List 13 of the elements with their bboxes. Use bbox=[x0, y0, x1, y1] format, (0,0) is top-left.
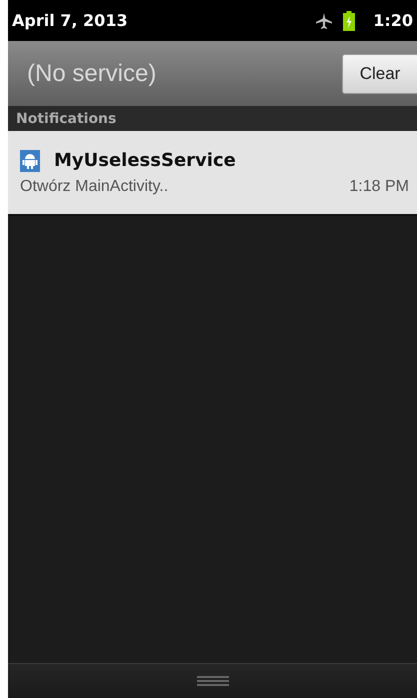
battery-charging-icon bbox=[343, 10, 356, 30]
status-time: 1:20 bbox=[373, 11, 413, 30]
notification-title: MyUselessService bbox=[54, 150, 236, 171]
drag-handle-icon[interactable] bbox=[196, 676, 228, 686]
notification-item[interactable]: MyUselessService Otwórz MainActivity.. 1:18 PM bbox=[8, 131, 417, 216]
status-date: April 7, 2013 bbox=[12, 11, 129, 30]
section-title: Notifications bbox=[16, 110, 116, 126]
airplane-icon bbox=[315, 12, 334, 30]
notification-time: 1:18 PM bbox=[349, 178, 409, 196]
android-app-icon bbox=[20, 150, 40, 172]
clear-button[interactable]: Clear bbox=[342, 54, 417, 94]
notification-text: Otwórz MainActivity.. bbox=[20, 178, 168, 196]
carrier-label: (No service) bbox=[27, 60, 156, 88]
